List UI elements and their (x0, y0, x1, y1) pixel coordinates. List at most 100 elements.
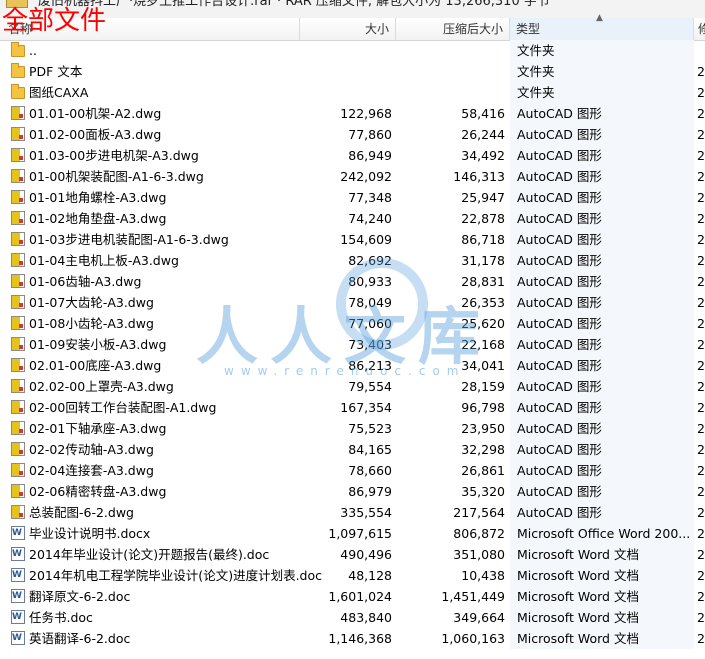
file-row[interactable]: 01.01-00机架-A2.dwg 122,968 58,416 AutoCAD 图形… (0, 103, 705, 124)
column-packed-size[interactable]: 压缩后大小 (396, 18, 510, 40)
file-name: 02-04连接套-A3.dwg (29, 463, 154, 478)
word-file-icon (11, 586, 25, 607)
column-size[interactable]: 大小 (300, 18, 396, 40)
file-row[interactable]: 01-09安装小板-A3.dwg 73,403 22,168 AutoCAD 图形 2 (0, 334, 705, 355)
file-packed-size: 22,168 (461, 337, 505, 352)
file-packed-size: 25,620 (461, 316, 505, 331)
dwg-file-icon (11, 274, 25, 288)
word-file-icon (11, 523, 25, 544)
file-row[interactable]: 01-04主电机上板-A3.dwg 82,692 31,178 AutoCAD 图形 2 (0, 250, 705, 271)
file-name: 01-01地角螺栓-A3.dwg (29, 190, 167, 205)
word-file-icon (11, 628, 25, 649)
file-size: 73,403 (348, 337, 392, 352)
file-packed-size: 34,041 (461, 358, 505, 373)
dwg-file-icon (11, 505, 25, 519)
file-size: 82,692 (348, 253, 392, 268)
file-size: 79,554 (348, 379, 392, 394)
file-type: AutoCAD 图形 (517, 295, 602, 310)
file-size: 490,496 (340, 547, 392, 562)
folder-icon (11, 63, 25, 78)
dwg-file-icon (11, 358, 25, 372)
file-row[interactable]: 毕业设计说明书.docx 1,097,615 806,872 Microsoft Of… (0, 523, 705, 544)
file-name: 01-03步进电机装配图-A1-6-3.dwg (29, 232, 229, 247)
file-name: 01-02地角垫盘-A3.dwg (29, 211, 167, 226)
title-bar-text: 废旧机器抖工厂·烧罗土推工作台设计.rar · RAR 压缩文件, 解包大小为 … (38, 0, 550, 9)
file-row[interactable]: 总装配图-6-2.dwg 335,554 217,564 AutoCAD 图形 2 (0, 502, 705, 523)
file-row[interactable]: 01-06齿轴-A3.dwg 80,933 28,831 AutoCAD 图形 2 (0, 271, 705, 292)
file-size: 86,213 (348, 358, 392, 373)
file-row[interactable]: 02-04连接套-A3.dwg 78,660 26,861 AutoCAD 图形 2 (0, 460, 705, 481)
file-name: 01.02-00面板-A3.dwg (29, 127, 162, 142)
file-size: 1,601,024 (328, 589, 392, 604)
file-size: 78,660 (348, 463, 392, 478)
file-modified: 2 (697, 148, 705, 163)
file-type: Microsoft Word 文档 (517, 568, 639, 583)
dwg-file-icon (11, 127, 25, 141)
file-type: AutoCAD 图形 (517, 442, 602, 457)
file-modified: 2 (697, 295, 705, 310)
file-row[interactable]: 任务书.doc 483,840 349,664 Microsoft Word 文档 2 (0, 607, 705, 628)
file-name: PDF 文本 (29, 64, 83, 79)
file-modified: 2 (697, 568, 705, 583)
file-name: .. (29, 43, 37, 58)
file-row[interactable]: 英语翻译-6-2.doc 1,146,368 1,060,163 Microsoft … (0, 628, 705, 649)
file-row[interactable]: 01.03-00步进电机架-A3.dwg 86,949 34,492 AutoCAD … (0, 145, 705, 166)
file-row[interactable]: 01-03步进电机装配图-A1-6-3.dwg 154,609 86,718 Auto… (0, 229, 705, 250)
file-packed-size: 86,718 (461, 232, 505, 247)
file-row[interactable]: 翻译原文-6-2.doc 1,601,024 1,451,449 Microsoft … (0, 586, 705, 607)
file-name: 02.01-00底座-A3.dwg (29, 358, 162, 373)
file-modified: 2 (697, 316, 705, 331)
file-name: 毕业设计说明书.docx (29, 526, 151, 541)
file-size: 154,609 (340, 232, 392, 247)
dwg-file-icon (11, 253, 25, 267)
file-row[interactable]: 02-01下轴承座-A3.dwg 75,523 23,950 AutoCAD 图形 2 (0, 418, 705, 439)
file-modified: 2 (697, 463, 705, 478)
file-row[interactable]: 01-02地角垫盘-A3.dwg 74,240 22,878 AutoCAD 图形 2 (0, 208, 705, 229)
file-type: AutoCAD 图形 (517, 463, 602, 478)
file-type: AutoCAD 图形 (517, 190, 602, 205)
file-row[interactable]: 01-01地角螺栓-A3.dwg 77,348 25,947 AutoCAD 图形 2 (0, 187, 705, 208)
file-name: 02-06精密转盘-A3.dwg (29, 484, 167, 499)
file-row[interactable]: 02-02传动轴-A3.dwg 84,165 32,298 AutoCAD 图形 2 (0, 439, 705, 460)
file-size: 77,860 (348, 127, 392, 142)
file-name: 2014年毕业设计(论文)开题报告(最终).doc (29, 547, 270, 562)
file-type: AutoCAD 图形 (517, 148, 602, 163)
file-row[interactable]: 02.01-00底座-A3.dwg 86,213 34,041 AutoCAD 图形 2 (0, 355, 705, 376)
file-row[interactable]: 01-00机架装配图-A1-6-3.dwg 242,092 146,313 AutoC… (0, 166, 705, 187)
file-size: 84,165 (348, 442, 392, 457)
file-name: 01-09安装小板-A3.dwg (29, 337, 167, 352)
file-row[interactable]: 02-00回转工作台装配图-A1.dwg 167,354 96,798 AutoCAD… (0, 397, 705, 418)
file-type: 文件夹 (517, 43, 555, 58)
file-size: 77,348 (348, 190, 392, 205)
file-name: 01-04主电机上板-A3.dwg (29, 253, 179, 268)
dwg-file-icon (11, 148, 25, 162)
file-name: 翻译原文-6-2.doc (29, 589, 131, 604)
file-row[interactable]: 02-06精密转盘-A3.dwg 86,979 35,320 AutoCAD 图形 2 (0, 481, 705, 502)
file-size: 122,968 (340, 106, 392, 121)
dwg-file-icon (11, 337, 25, 351)
file-name: 01-08小齿轮-A3.dwg (29, 316, 154, 331)
file-row[interactable]: 2014年毕业设计(论文)开题报告(最终).doc 490,496 351,080 M… (0, 544, 705, 565)
file-modified: 2 (697, 505, 705, 520)
file-row[interactable]: 02.02-00上罩壳-A3.dwg 79,554 28,159 AutoCAD 图形… (0, 376, 705, 397)
file-row[interactable]: 01.02-00面板-A3.dwg 77,860 26,244 AutoCAD 图形 2 (0, 124, 705, 145)
file-modified: 2 (697, 106, 705, 121)
file-row[interactable]: 01-07大齿轮-A3.dwg 78,049 26,353 AutoCAD 图形 2 (0, 292, 705, 313)
file-size: 86,949 (348, 148, 392, 163)
file-modified: 2 (697, 337, 705, 352)
file-packed-size: 1,060,163 (441, 631, 505, 646)
file-row[interactable]: 01-08小齿轮-A3.dwg 77,060 25,620 AutoCAD 图形 2 (0, 313, 705, 334)
column-modified[interactable]: 修 (694, 18, 705, 40)
file-row[interactable]: .. 文件夹 (0, 40, 705, 61)
file-size: 78,049 (348, 295, 392, 310)
file-modified: 2 (697, 547, 705, 562)
file-row[interactable]: PDF 文本 文件夹 2 (0, 61, 705, 82)
file-row[interactable]: 图纸CAXA 文件夹 2 (0, 82, 705, 103)
file-packed-size: 32,298 (461, 442, 505, 457)
file-row[interactable]: 2014年机电工程学院毕业设计(论文)进度计划表.doc 48,128 10,438… (0, 565, 705, 586)
dwg-file-icon (11, 211, 25, 225)
file-type: AutoCAD 图形 (517, 421, 602, 436)
file-type: Microsoft Word 文档 (517, 589, 639, 604)
file-type: AutoCAD 图形 (517, 232, 602, 247)
file-type: AutoCAD 图形 (517, 274, 602, 289)
